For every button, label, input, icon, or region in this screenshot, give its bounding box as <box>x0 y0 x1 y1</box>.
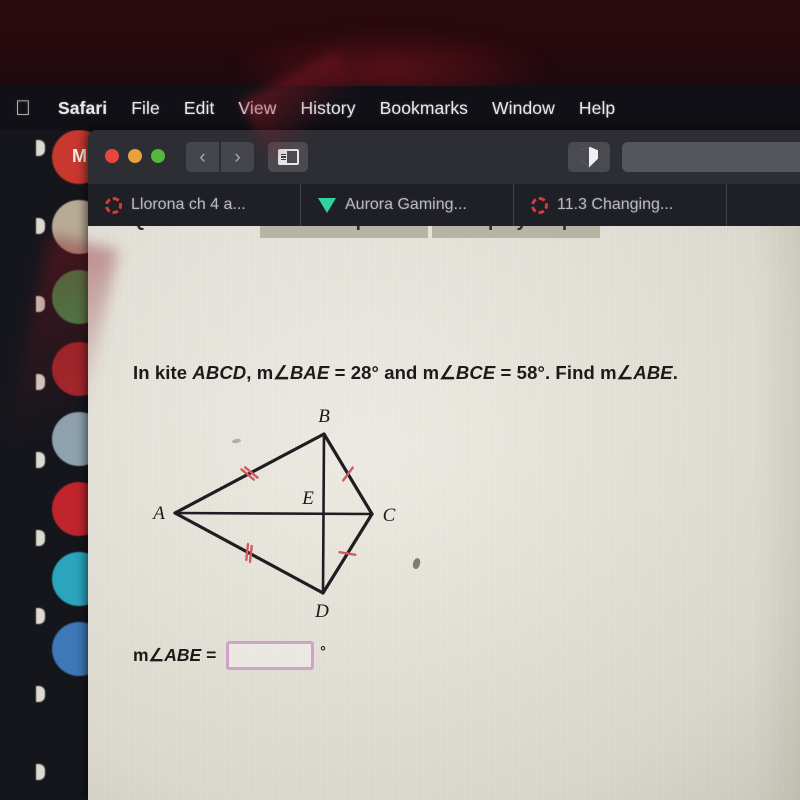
vertex-label-B: B <box>318 406 330 427</box>
screen-photo: M  Safari File Edit View History Bookma… <box>0 0 800 800</box>
answer-label-fragment: = <box>201 645 217 665</box>
forward-button[interactable]: › <box>221 142 254 172</box>
degree-symbol: ° <box>320 643 326 659</box>
browser-tab[interactable]: Aurora Gaming... <box>301 184 514 226</box>
question-fragment: In kite <box>133 362 193 383</box>
menu-item-view[interactable]: View <box>226 98 288 119</box>
congruence-tick <box>245 542 250 562</box>
browser-tab-strip: Llorona ch 4 a... Aurora Gaming... 11.3 Ch… <box>88 184 800 226</box>
menu-item-file[interactable]: File <box>119 98 172 119</box>
menu-item-bookmarks[interactable]: Bookmarks <box>368 98 480 119</box>
window-controls <box>105 149 165 163</box>
chevron-left-icon: ‹ <box>199 146 206 168</box>
vertex-label-A: A <box>151 503 165 524</box>
menu-item-history[interactable]: History <box>288 98 367 119</box>
sidebar-toggle-icon <box>277 149 299 165</box>
back-button[interactable]: ‹ <box>186 142 219 172</box>
congruence-tick <box>338 551 357 556</box>
browser-tab[interactable]: Llorona ch 4 a... <box>88 184 301 226</box>
green-triangle-icon <box>318 197 336 213</box>
vertex-label-E: E <box>301 488 314 509</box>
server-pill <box>36 374 45 390</box>
page-edge-shadow <box>754 226 800 800</box>
question-variable: BAE <box>289 362 330 383</box>
worksheet-tab-step-by-step[interactable]: Step by Step <box>432 226 600 238</box>
minimize-window-button[interactable] <box>128 149 142 163</box>
answer-label-variable: ABE <box>164 645 202 665</box>
vertex-label-C: C <box>383 505 396 526</box>
worksheet-tab-question[interactable]: Question <box>88 226 256 238</box>
vertex-label-D: D <box>314 601 329 622</box>
question-variable: ABCD <box>192 362 247 383</box>
maximize-window-button[interactable] <box>151 149 165 163</box>
worksheet-tab-bar: Question Example Step by Step <box>88 226 600 238</box>
question-fragment: . <box>672 362 678 383</box>
congruence-tick <box>248 544 253 564</box>
red-dashed-ring-icon <box>531 196 548 214</box>
server-pill <box>36 530 45 546</box>
macos-menu-bar:  Safari File Edit View History Bookmark… <box>0 86 800 130</box>
browser-toolbar: ‹ › <box>88 130 800 184</box>
browser-tab-label: Llorona ch 4 a... <box>131 196 246 213</box>
question-fragment: = 58°. Find m∠ <box>495 362 634 383</box>
address-bar[interactable] <box>622 142 800 172</box>
browser-tab-label: Aurora Gaming... <box>345 196 467 213</box>
server-pill <box>36 218 45 234</box>
browser-tab-label: 11.3 Changing... <box>557 196 674 213</box>
kite-figure-svg: A B C D E <box>151 406 396 622</box>
desktop-wallpaper <box>0 0 800 110</box>
question-fragment: = 28° and m∠ <box>329 362 456 383</box>
menu-item-safari[interactable]: Safari <box>46 98 119 119</box>
answer-row: m∠ABE = ° <box>133 641 326 670</box>
menu-item-window[interactable]: Window <box>480 98 567 119</box>
server-pill <box>36 686 45 702</box>
sidebar-toggle-button[interactable] <box>268 142 308 172</box>
background-chat-app: M <box>0 130 100 800</box>
question-fragment: , m∠ <box>246 362 290 383</box>
question-variable: ABE <box>633 362 673 383</box>
safari-window: ‹ › Llorona ch 4 a... Aurora Gaming... 11.… <box>88 130 800 800</box>
server-pill <box>36 452 45 468</box>
diagonal-AC <box>173 511 374 516</box>
close-window-button[interactable] <box>105 149 119 163</box>
server-pill <box>36 296 45 312</box>
server-pill <box>36 608 45 624</box>
answer-label-fragment: m∠ <box>133 645 165 665</box>
chevron-right-icon: › <box>234 146 241 168</box>
server-avatar-label: M <box>72 146 87 166</box>
shield-icon <box>580 146 598 168</box>
server-pill <box>36 140 45 156</box>
server-pill-column <box>36 130 46 800</box>
web-page-content: QuestionExampleStep by Step In kite ABCD… <box>88 226 800 800</box>
answer-label: m∠ABE = <box>133 645 216 666</box>
question-variable: BCE <box>455 362 496 383</box>
edge-DA <box>173 511 325 595</box>
server-pill <box>36 764 45 780</box>
answer-input[interactable] <box>226 641 315 670</box>
menu-item-edit[interactable]: Edit <box>172 98 227 119</box>
apple-logo-icon[interactable]:  <box>8 93 38 123</box>
worksheet-tab-example[interactable]: Example <box>260 226 428 238</box>
red-dashed-ring-icon <box>105 196 122 214</box>
diagonal-BD <box>321 432 326 595</box>
question-text: In kite ABCD, m∠BAE = 28° and m∠BCE = 58… <box>133 362 678 384</box>
menu-item-help[interactable]: Help <box>567 98 627 119</box>
privacy-report-button[interactable] <box>568 142 610 172</box>
browser-tab[interactable]: 11.3 Changing... <box>514 184 727 226</box>
kite-diagram: A B C D E <box>118 401 448 631</box>
